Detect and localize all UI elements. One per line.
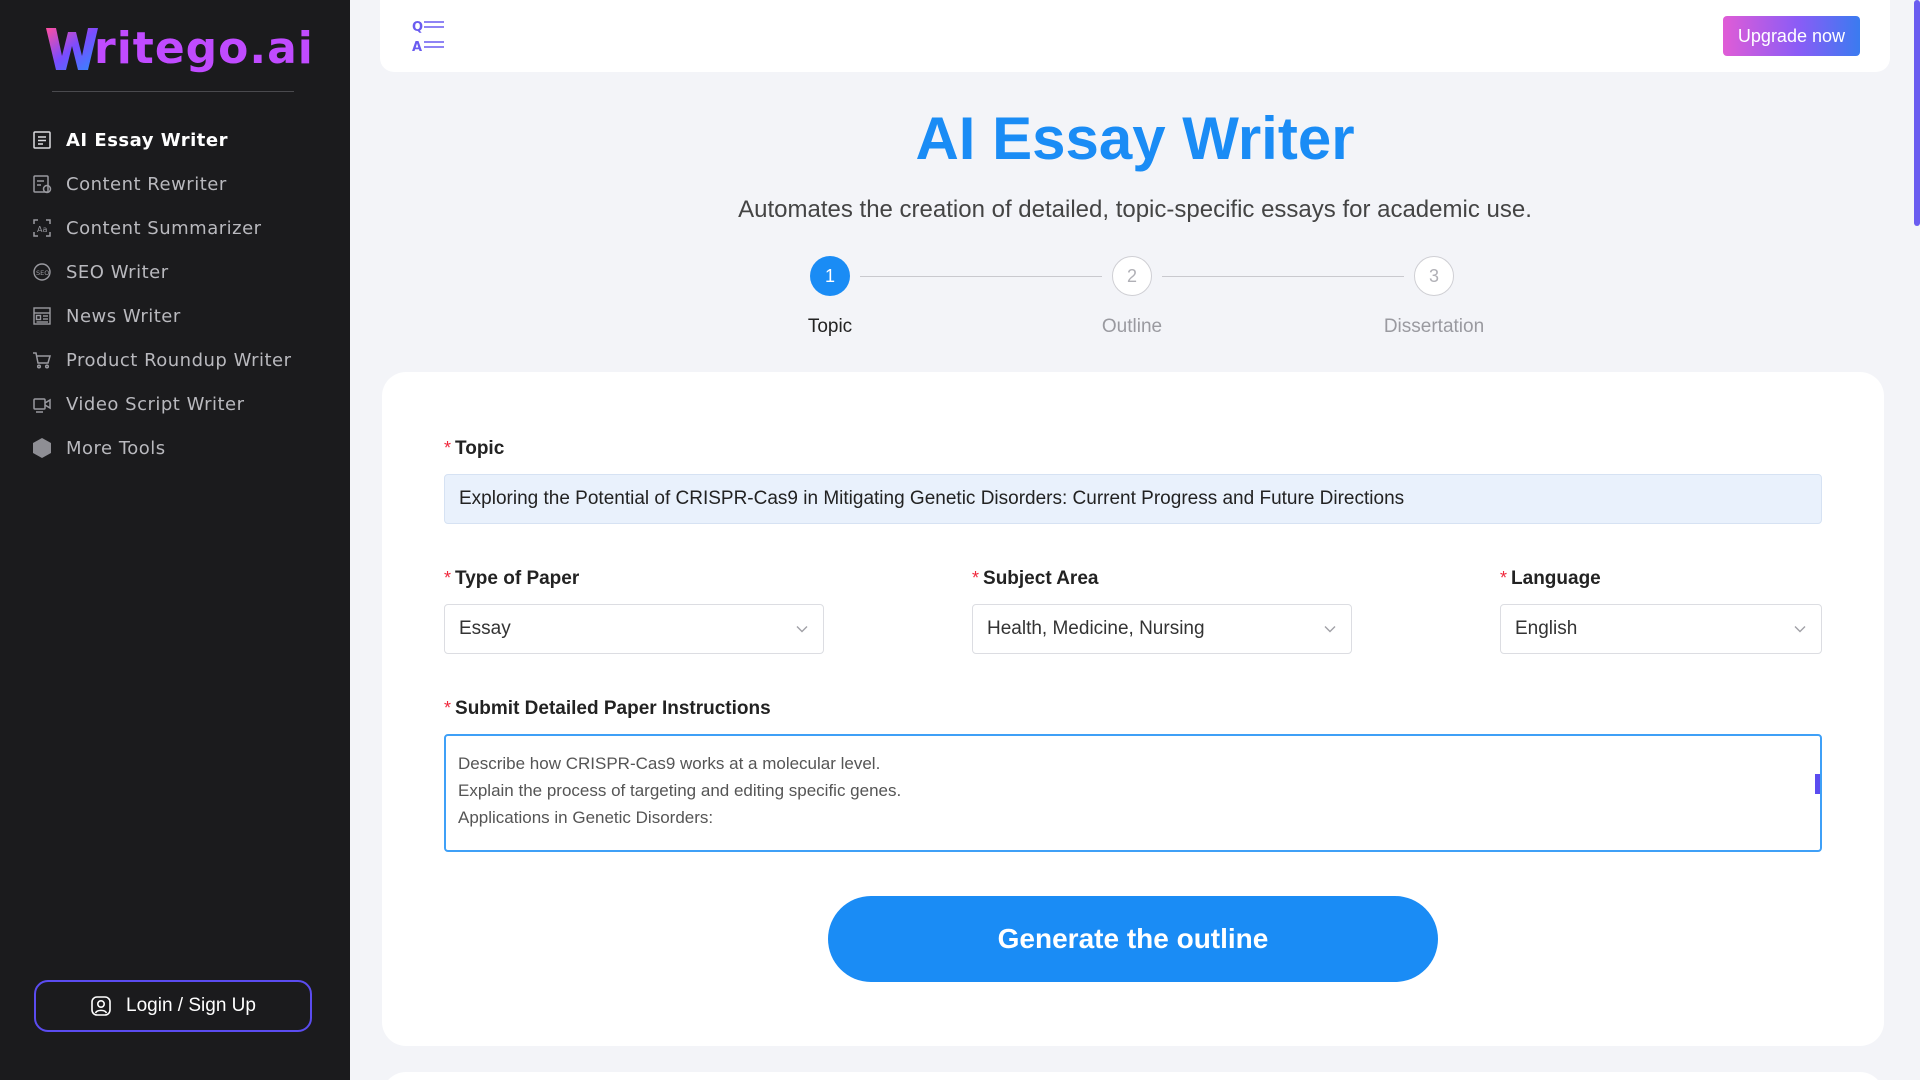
hexagon-icon [30,436,54,460]
svg-text:Aa: Aa [37,225,47,234]
instructions-line: Describe how CRISPR-Cas9 works at a mole… [458,754,881,773]
cart-icon [30,348,54,372]
sidebar-item-more-tools[interactable]: More Tools [30,426,330,470]
upgrade-now-button[interactable]: Upgrade now [1722,16,1860,56]
language-select[interactable]: English [1500,604,1822,654]
instructions-textarea[interactable]: Describe how CRISPR-Cas9 works at a mole… [444,734,1822,852]
paper-type-label: * Type of Paper [444,568,579,590]
required-mark: * [972,568,980,588]
video-icon [30,392,54,416]
language-label-text: Language [1511,568,1601,589]
sidebar-item-label: Video Script Writer [66,393,245,415]
sidebar-item-content-rewriter[interactable]: Content Rewriter [30,162,330,206]
logo-w-icon [46,28,98,70]
step-3-label: Dissertation [1383,316,1485,337]
stepper: 1 2 3 Topic Outline Dissertation [0,256,1920,346]
step-connector [1162,276,1404,277]
sidebar-item-label: AI Essay Writer [66,129,228,151]
required-mark: * [1500,568,1508,588]
logo-text: ritego.ai [94,22,314,74]
sidebar-item-label: Content Rewriter [66,173,227,195]
step-connector [860,276,1102,277]
topic-label: * Topic [444,438,504,460]
step-2-circle[interactable]: 2 [1112,256,1152,296]
language-value: English [1515,618,1578,639]
instructions-line: Explain the process of targeting and edi… [458,781,902,800]
required-mark: * [444,568,452,588]
top-bar: Q A Upgrade now [380,0,1890,72]
step-1-label: Topic [807,316,853,337]
step-3-circle[interactable]: 3 [1414,256,1454,296]
sidebar-item-video-script-writer[interactable]: Video Script Writer [30,382,330,426]
sidebar-item-label: More Tools [66,437,166,459]
page-scrollbar[interactable] [1914,0,1920,226]
topic-input[interactable]: Exploring the Potential of CRISPR-Cas9 i… [444,474,1822,524]
topic-label-text: Topic [455,438,505,459]
summarize-icon: Aa [30,216,54,240]
instructions-label-text: Submit Detailed Paper Instructions [455,698,771,719]
sidebar-item-ai-essay-writer[interactable]: AI Essay Writer [30,118,330,162]
subject-area-label-text: Subject Area [983,568,1099,589]
generate-outline-button[interactable]: Generate the outline [828,896,1438,982]
qa-icon[interactable]: Q A [410,16,450,61]
paper-type-value: Essay [459,618,511,639]
page-subtitle: Automates the creation of detailed, topi… [738,196,1532,223]
sidebar-divider [52,91,294,92]
secondary-card [382,1072,1884,1080]
step-2-label: Outline [1101,316,1163,337]
sidebar: ritego.ai AI Essay Writer Content Rewrit… [0,0,350,1080]
sidebar-item-label: Product Roundup Writer [66,349,292,371]
page-title: AI Essay Writer [915,105,1355,172]
subject-area-label: * Subject Area [972,568,1098,590]
paper-type-label-text: Type of Paper [455,568,580,589]
step-1-circle[interactable]: 1 [810,256,850,296]
writego-logo[interactable]: ritego.ai [44,18,314,78]
instructions-line: Applications in Genetic Disorders: [458,808,714,827]
essay-icon [30,128,54,152]
sidebar-item-label: Content Summarizer [66,217,262,239]
paper-type-select[interactable]: Essay [444,604,824,654]
login-signup-label: Login / Sign Up [126,995,256,1016]
chevron-down-icon [796,626,808,633]
instructions-label: * Submit Detailed Paper Instructions [444,698,771,720]
user-icon [91,996,111,1016]
rewrite-icon [30,172,54,196]
chevron-down-icon [1794,626,1806,633]
textarea-scrollbar[interactable] [1815,774,1820,794]
sidebar-item-content-summarizer[interactable]: Aa Content Summarizer [30,206,330,250]
login-signup-button[interactable]: Login / Sign Up [34,980,312,1032]
subject-area-value: Health, Medicine, Nursing [987,618,1205,639]
chevron-down-icon [1324,626,1336,633]
qa-a-text: A [412,40,422,55]
subject-area-select[interactable]: Health, Medicine, Nursing [972,604,1352,654]
qa-q-text: Q [412,20,423,35]
language-label: * Language [1500,568,1601,590]
required-mark: * [444,438,452,458]
required-mark: * [444,698,452,718]
essay-form-card: * Topic Exploring the Potential of CRISPR… [382,372,1884,1046]
